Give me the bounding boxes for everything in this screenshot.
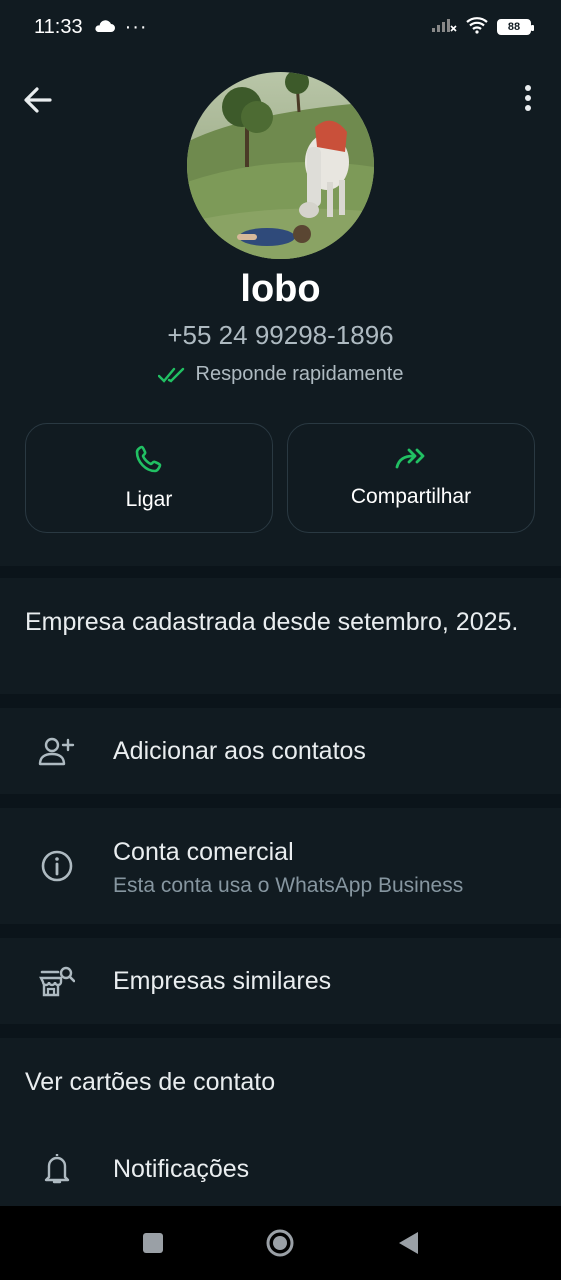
- similar-businesses-label: Empresas similares: [113, 967, 332, 995]
- contact-phone: +55 24 99298-1896: [167, 320, 394, 350]
- call-label: Ligar: [125, 488, 173, 511]
- recent-apps-button[interactable]: [138, 1228, 168, 1258]
- back-button[interactable]: [20, 82, 56, 118]
- add-to-contacts-label: Adicionar aos contatos: [113, 737, 366, 765]
- responds-quickly-badge: Responde rapidamente: [0, 363, 561, 386]
- more-status-dots: ···: [124, 15, 148, 38]
- add-to-contacts-row[interactable]: Adicionar aos contatos: [0, 708, 561, 794]
- business-account-title: Conta comercial: [113, 838, 294, 866]
- signal-icon: [431, 17, 457, 38]
- contact-cards-section: Ver cartões de contato Notificações: [0, 1038, 561, 1206]
- circle-home-icon: [266, 1229, 294, 1257]
- home-button[interactable]: [265, 1228, 295, 1258]
- profile-header: lobo +55 24 99298-1896 Responde rapidame…: [0, 54, 561, 566]
- business-account-row[interactable]: Conta comercial Esta conta usa o WhatsAp…: [0, 808, 561, 924]
- profile-photo: [187, 72, 374, 259]
- business-account-subtitle: Esta conta usa o WhatsApp Business: [113, 874, 464, 897]
- share-label: Compartilhar: [350, 485, 472, 508]
- double-check-icon: [157, 367, 184, 383]
- back-nav-button[interactable]: [393, 1228, 423, 1258]
- call-button[interactable]: Ligar: [25, 423, 273, 533]
- view-contact-cards-link[interactable]: Ver cartões de contato: [25, 1068, 275, 1097]
- contact-name: lobo: [240, 268, 321, 310]
- wifi-icon: [465, 16, 489, 39]
- arrow-back-icon: [24, 87, 52, 113]
- bell-icon: [38, 1149, 76, 1187]
- battery-icon: 88: [497, 19, 534, 35]
- forward-icon: [395, 448, 425, 469]
- status-left: 11:33 ···: [34, 16, 148, 39]
- avatar[interactable]: [187, 72, 374, 259]
- similar-businesses-row[interactable]: Empresas similares: [0, 938, 561, 1024]
- phone-icon: [135, 445, 162, 473]
- business-since-text: Empresa cadastrada desde setembro, 2025.: [25, 608, 519, 636]
- business-about-section: Empresa cadastrada desde setembro, 2025.: [0, 578, 561, 694]
- store-search-icon: [38, 962, 76, 1000]
- more-vertical-icon: [525, 85, 531, 111]
- responds-quickly-label: Responde rapidamente: [195, 363, 404, 385]
- triangle-back-icon: [399, 1232, 418, 1254]
- notifications-label[interactable]: Notificações: [113, 1155, 249, 1184]
- share-button[interactable]: Compartilhar: [287, 423, 535, 533]
- square-icon: [143, 1233, 163, 1253]
- more-options-button[interactable]: [513, 80, 543, 116]
- contact-info-screen: 11:33 ··· 88 lobo +55 24 99298-1896 Resp…: [0, 0, 561, 1280]
- status-time: 11:33: [34, 15, 83, 38]
- info-icon: [38, 847, 76, 885]
- status-bar: 11:33 ··· 88: [0, 0, 561, 54]
- system-navigation-bar: [0, 1206, 561, 1280]
- add-person-icon: [38, 732, 76, 770]
- cloud-icon: [93, 16, 115, 39]
- status-right: 88: [431, 16, 534, 39]
